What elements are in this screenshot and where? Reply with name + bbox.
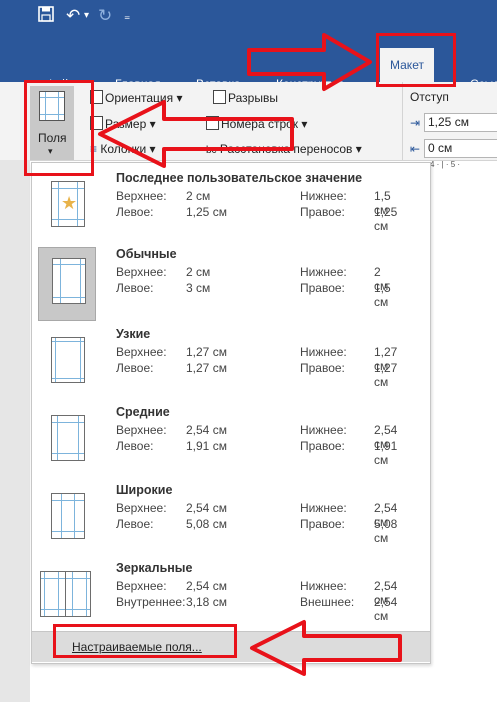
left-label: Левое: <box>116 205 154 219</box>
indent-left-icon: ⇥ <box>410 116 421 130</box>
top-label: Верхнее: <box>116 579 167 593</box>
margin-option-title: Средние <box>116 405 170 419</box>
margin-preview-thumbnail <box>38 247 96 321</box>
redo-icon: ↻ <box>98 6 113 25</box>
highlight-box-layout-tab <box>376 33 456 87</box>
left-value: 5,08 см <box>186 517 227 531</box>
bottom-label: Нижнее: <box>300 501 347 515</box>
left-value: 1,91 см <box>186 439 227 453</box>
left-label: Левое: <box>116 517 154 531</box>
right-label: Правое: <box>300 517 345 531</box>
top-label: Верхнее: <box>116 423 167 437</box>
top-label: Верхнее: <box>116 265 167 279</box>
top-value: 2,54 см <box>186 501 227 515</box>
title-bar: ↶ ▾ ↻ ₌ <box>0 0 497 34</box>
right-value: 1,25 см <box>374 205 398 233</box>
bottom-label: Нижнее: <box>300 579 347 593</box>
document-margin-strip <box>0 160 30 702</box>
margin-option-title: Обычные <box>116 247 177 261</box>
margin-option-title: Широкие <box>116 483 173 497</box>
left-value: 1,25 см <box>186 205 227 219</box>
indent-right-field[interactable]: 0 см <box>424 139 497 158</box>
top-value: 2 см <box>186 189 211 203</box>
right-label: Правое: <box>300 205 345 219</box>
margin-option-moderate[interactable]: Средние Верхнее: 2,54 см Нижнее: 2,54 см Ле… <box>32 405 430 483</box>
undo-icon[interactable]: ↶ <box>66 6 80 26</box>
top-label: Верхнее: <box>116 501 167 515</box>
horizontal-ruler: 4 · | · 5 · <box>430 160 461 169</box>
top-label: Верхнее: <box>116 345 167 359</box>
left-value: 3 см <box>186 281 211 295</box>
right-value: 1,5 см <box>374 281 391 309</box>
indent-right-icon: ⇤ <box>410 142 421 156</box>
left-label: Левое: <box>116 361 154 375</box>
right-label: Правое: <box>300 281 345 295</box>
bottom-label: Нижнее: <box>300 423 347 437</box>
indent-label: Отступ <box>410 90 449 104</box>
customize-icon[interactable]: ₌ <box>124 6 130 26</box>
margin-option-wide[interactable]: Широкие Верхнее: 2,54 см Нижнее: 2,54 см Ле… <box>32 483 430 561</box>
save-icon[interactable] <box>38 6 54 27</box>
margin-preview-thumbnail: ★ <box>38 171 94 243</box>
top-label: Верхнее: <box>116 189 167 203</box>
bottom-label: Нижнее: <box>300 189 347 203</box>
right-value: 5,08 см <box>374 517 398 545</box>
top-value: 2,54 см <box>186 423 227 437</box>
top-value: 2,54 см <box>186 579 227 593</box>
left-value: 1,27 см <box>186 361 227 375</box>
star-icon: ★ <box>61 193 78 213</box>
right-value: 1,27 см <box>374 361 398 389</box>
left-label: Левое: <box>116 439 154 453</box>
margins-dropdown: ★ Последнее пользовательское значение Ве… <box>31 162 431 664</box>
bottom-label: Нижнее: <box>300 265 347 279</box>
right-label: Правое: <box>300 439 345 453</box>
arrow-pointing-custom-margins <box>250 620 402 676</box>
margin-option-title: Узкие <box>116 327 151 341</box>
margin-option-title: Зеркальные <box>116 561 193 575</box>
group-divider <box>402 82 403 160</box>
margin-preview-thumbnail <box>38 483 94 555</box>
left-label: Левое: <box>116 281 154 295</box>
top-value: 1,27 см <box>186 345 227 359</box>
right-label: Правое: <box>300 361 345 375</box>
chevron-down-icon[interactable]: ▾ <box>84 6 89 26</box>
arrow-pointing-layout-tab <box>247 33 372 91</box>
left-value: 3,18 см <box>186 595 227 609</box>
margin-option-title: Последнее пользовательское значение <box>116 171 363 185</box>
indent-left-field[interactable]: 1,25 см <box>424 113 497 132</box>
highlight-box-margins-button <box>24 80 94 176</box>
margin-preview-thumbnail <box>38 327 94 399</box>
margin-option-normal[interactable]: Обычные Верхнее: 2 см Нижнее: 2 см Левое: 3 … <box>32 247 430 325</box>
margin-preview-thumbnail <box>38 561 94 633</box>
arrow-pointing-margins-button <box>98 100 294 168</box>
margin-option-narrow[interactable]: Узкие Верхнее: 1,27 см Нижнее: 1,27 см Лево… <box>32 327 430 405</box>
highlight-box-custom-margins <box>53 624 237 658</box>
left-label: Внутреннее: <box>116 595 186 609</box>
margin-preview-thumbnail <box>38 405 94 477</box>
bottom-label: Нижнее: <box>300 345 347 359</box>
right-label: Внешнее: <box>300 595 355 609</box>
right-value: 1,91 см <box>374 439 398 467</box>
top-value: 2 см <box>186 265 211 279</box>
margin-option-last-custom[interactable]: ★ Последнее пользовательское значение Ве… <box>32 171 430 249</box>
